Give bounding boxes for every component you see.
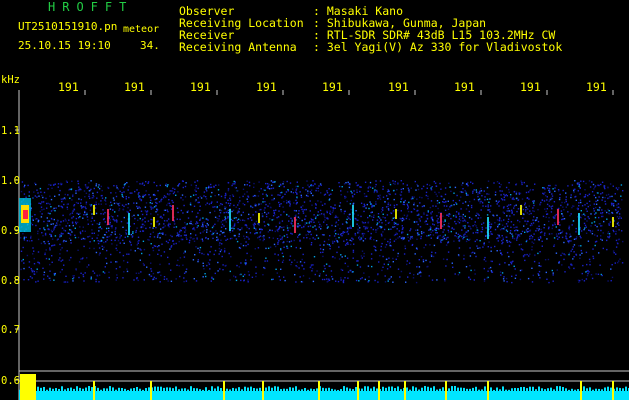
y-tick-label: 0.9	[1, 225, 20, 237]
x-tick-label: 191	[190, 80, 211, 94]
noise-band	[20, 180, 624, 284]
x-tick-label: 191	[124, 80, 145, 94]
y-tick-label: 0.7	[1, 324, 20, 336]
y-tick-label: 0.8	[1, 275, 20, 287]
y-axis-unit: kHz	[1, 74, 20, 86]
y-tick-label: 1.0	[1, 175, 20, 187]
y-tick-label: 1.1	[1, 125, 20, 137]
x-tick-label: 191	[586, 80, 607, 94]
x-tick-label: 191	[388, 80, 409, 94]
x-tick-label: 191	[58, 80, 79, 94]
x-tick-label: 191	[520, 80, 541, 94]
x-tick-label: 191	[454, 80, 475, 94]
x-tick-label: 191	[322, 80, 343, 94]
x-tick-label: 191	[256, 80, 277, 94]
signal-level-strip	[19, 374, 629, 400]
y-tick-label: 0.6	[1, 375, 20, 387]
spectrogram-plot: 1.1 1.0 0.9 0.8 0.7 0.6 191 191 191 191 191 191 191…	[1, 74, 629, 400]
